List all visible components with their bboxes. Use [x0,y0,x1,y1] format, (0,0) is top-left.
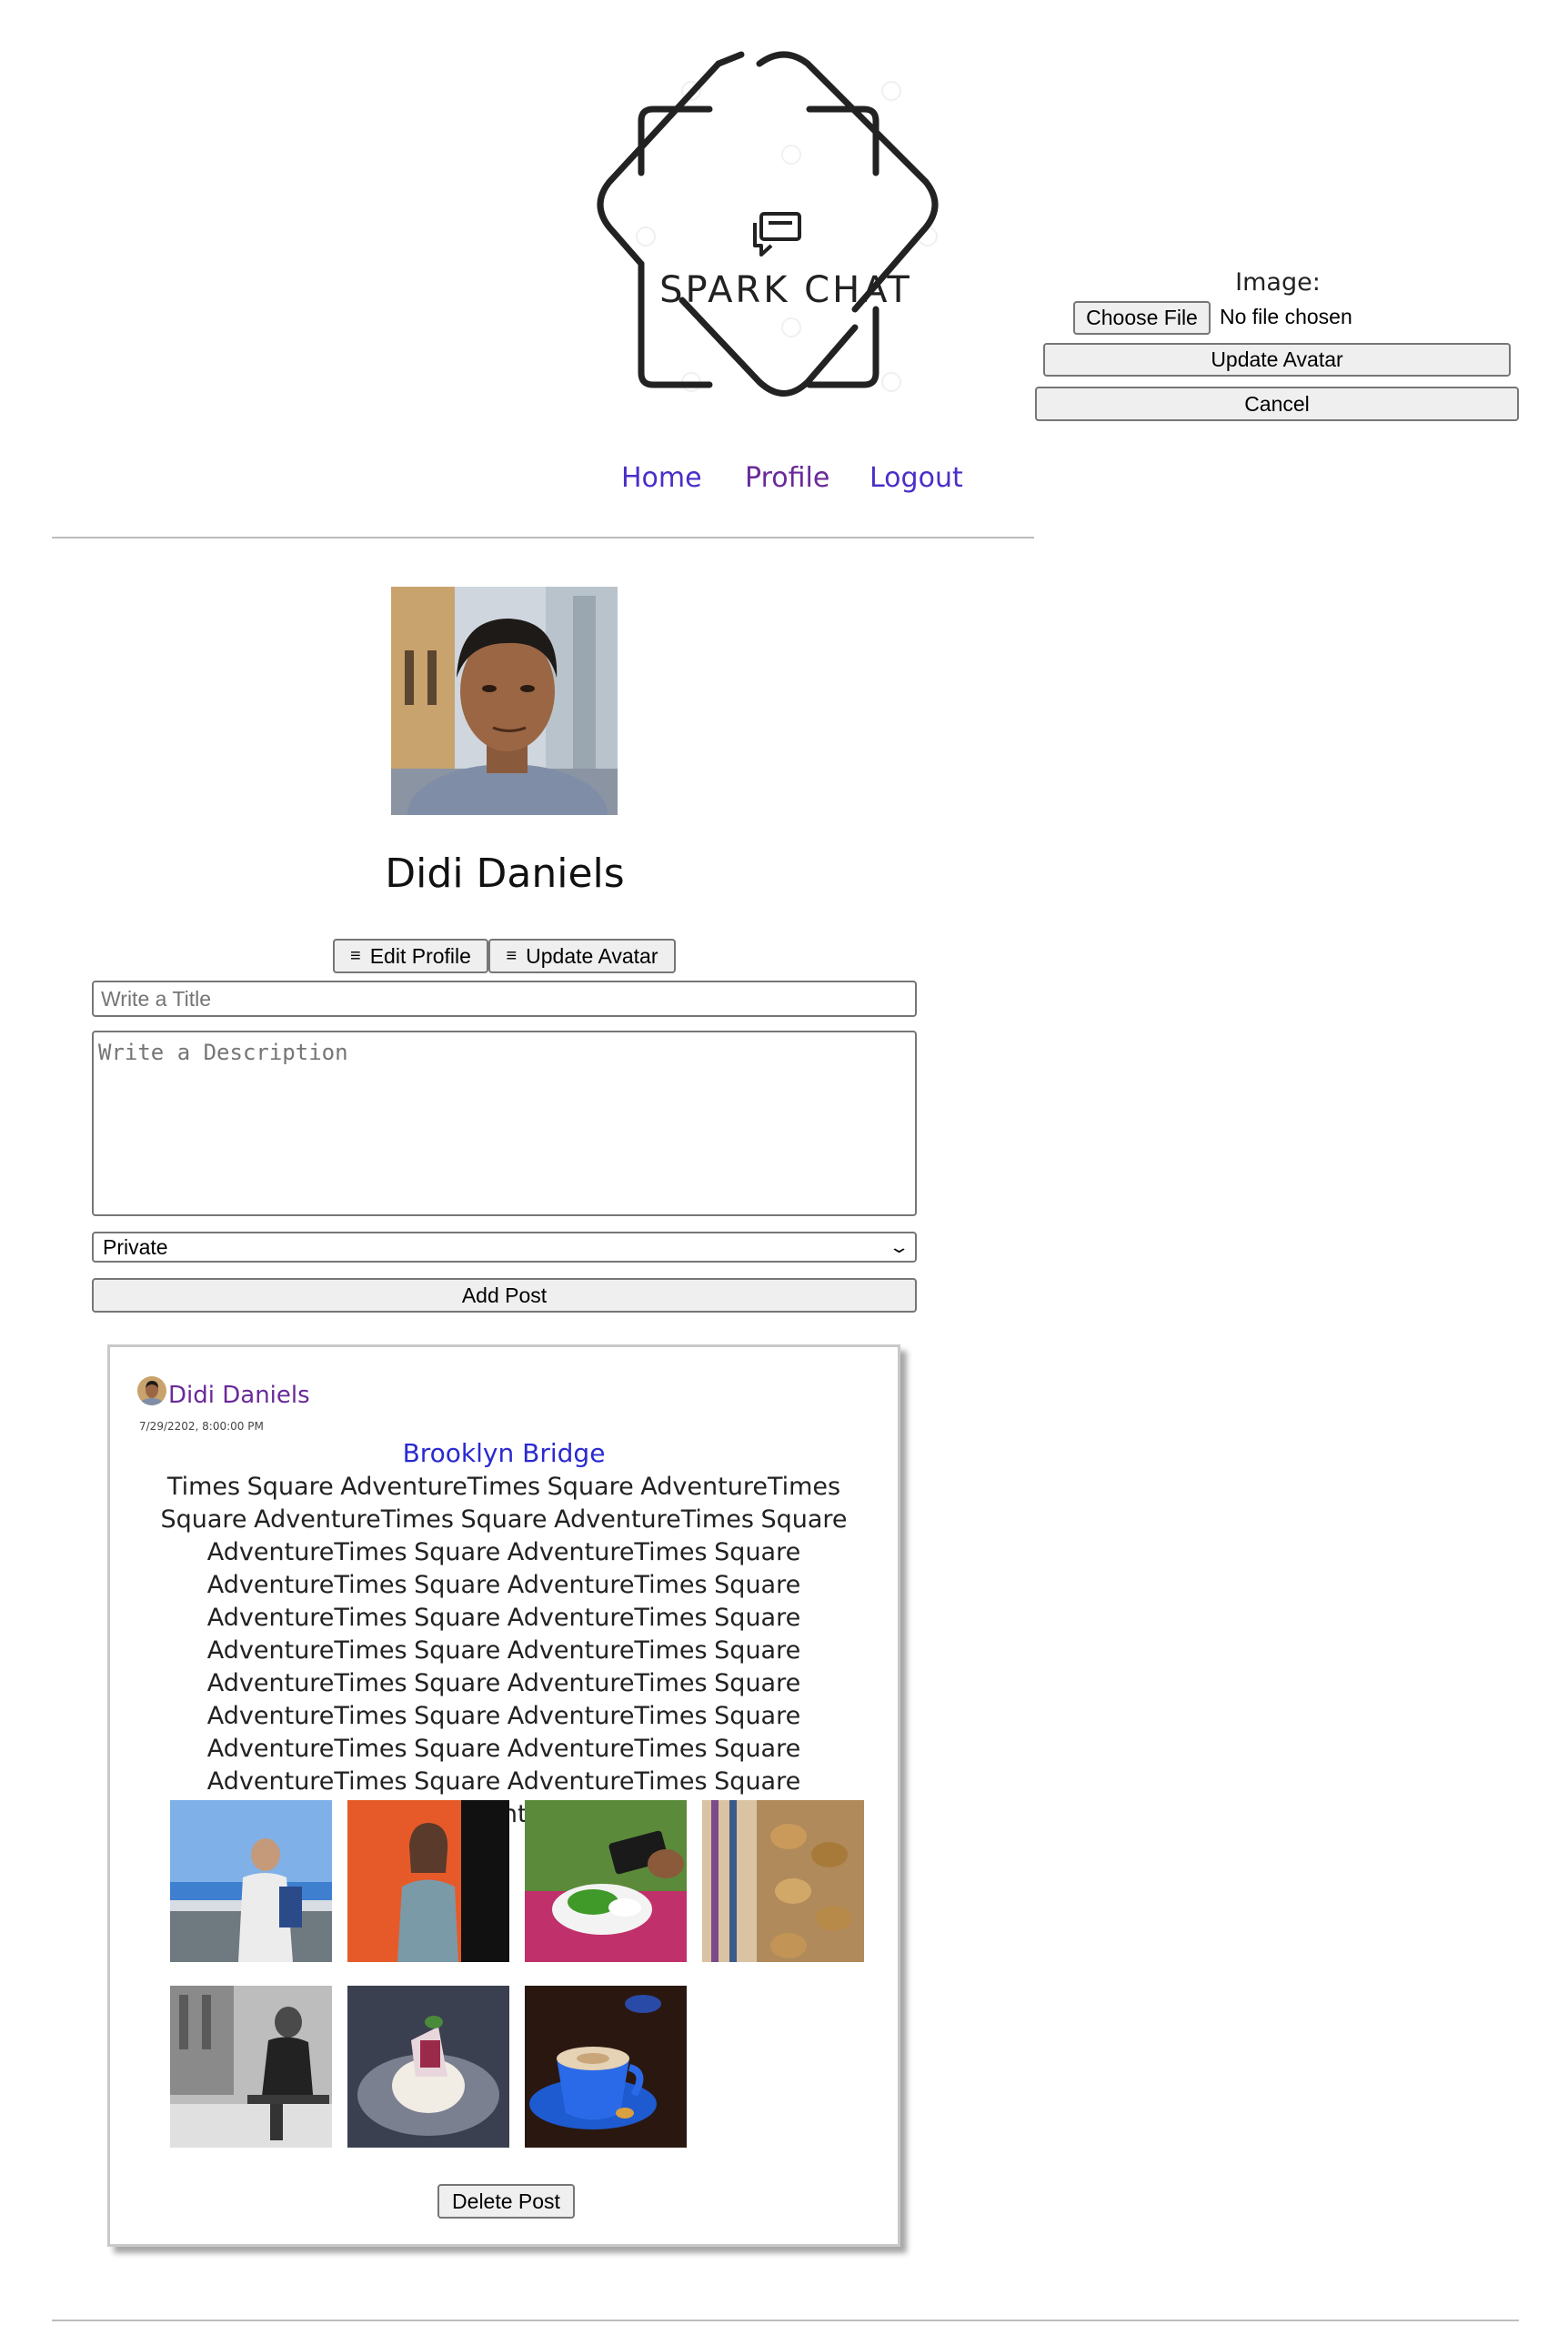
post-image-plated-dessert[interactable] [347,1986,509,2148]
visibility-select[interactable]: Private ⌄ [92,1232,917,1263]
file-status: No file chosen [1220,305,1352,328]
delete-post-button[interactable]: Delete Post [437,2184,575,2219]
profile-avatar [391,587,618,815]
image-label: Image: [1235,268,1321,297]
post-title-placeholder: Write a Title [101,987,211,1011]
post-description-placeholder: Write a Description [98,1040,348,1065]
post-body: Times Square AdventureTimes Square Adven… [160,1473,848,1828]
post-author-name[interactable]: Didi Daniels [168,1382,310,1409]
post-image-man-on-bench-bw[interactable] [170,1986,332,2148]
visibility-selected: Private [103,1234,168,1259]
post-image-woman-orange-backdrop[interactable] [347,1800,509,1962]
post-title[interactable]: Brooklyn Bridge [110,1438,898,1468]
side-update-avatar-button[interactable]: Update Avatar [1043,343,1511,377]
nav-profile-link[interactable]: Profile [745,462,829,494]
post-image-blue-coffee-cup[interactable] [525,1986,687,2148]
post-card: Didi Daniels 7/29/2202, 8:00:00 PM Brook… [107,1344,900,2247]
choose-file-button[interactable]: Choose File [1073,301,1211,335]
edit-profile-button[interactable]: ≡ Edit Profile [333,939,488,973]
post-title-input[interactable]: Write a Title [92,981,917,1017]
menu-icon: ≡ [350,945,361,966]
update-avatar-label: Update Avatar [526,943,658,968]
edit-profile-label: Edit Profile [369,943,471,968]
chevron-down-icon: ⌄ [888,1237,910,1256]
post-image-cookies-and-fabric[interactable] [702,1800,864,1962]
post-date: 7/29/2202, 8:00:00 PM [139,1420,264,1433]
spark-chat-logo: SPARK CHAT [591,36,982,437]
footer-divider [52,2320,1519,2321]
header-divider [52,537,1034,538]
nav-home-link[interactable]: Home [621,462,702,494]
menu-icon: ≡ [506,945,518,966]
cancel-button[interactable]: Cancel [1035,387,1519,421]
svg-text:SPARK CHAT: SPARK CHAT [659,269,912,311]
profile-name: Didi Daniels [385,850,625,897]
nav-logout-link[interactable]: Logout [869,462,963,494]
post-image-salad-and-phone[interactable] [525,1800,687,1962]
post-description-textarea[interactable]: Write a Description [92,1031,917,1216]
update-avatar-button[interactable]: ≡ Update Avatar [488,939,676,973]
post-image-man-at-waterfront[interactable] [170,1800,332,1962]
post-author-avatar [137,1376,166,1405]
add-post-button[interactable]: Add Post [92,1278,917,1313]
